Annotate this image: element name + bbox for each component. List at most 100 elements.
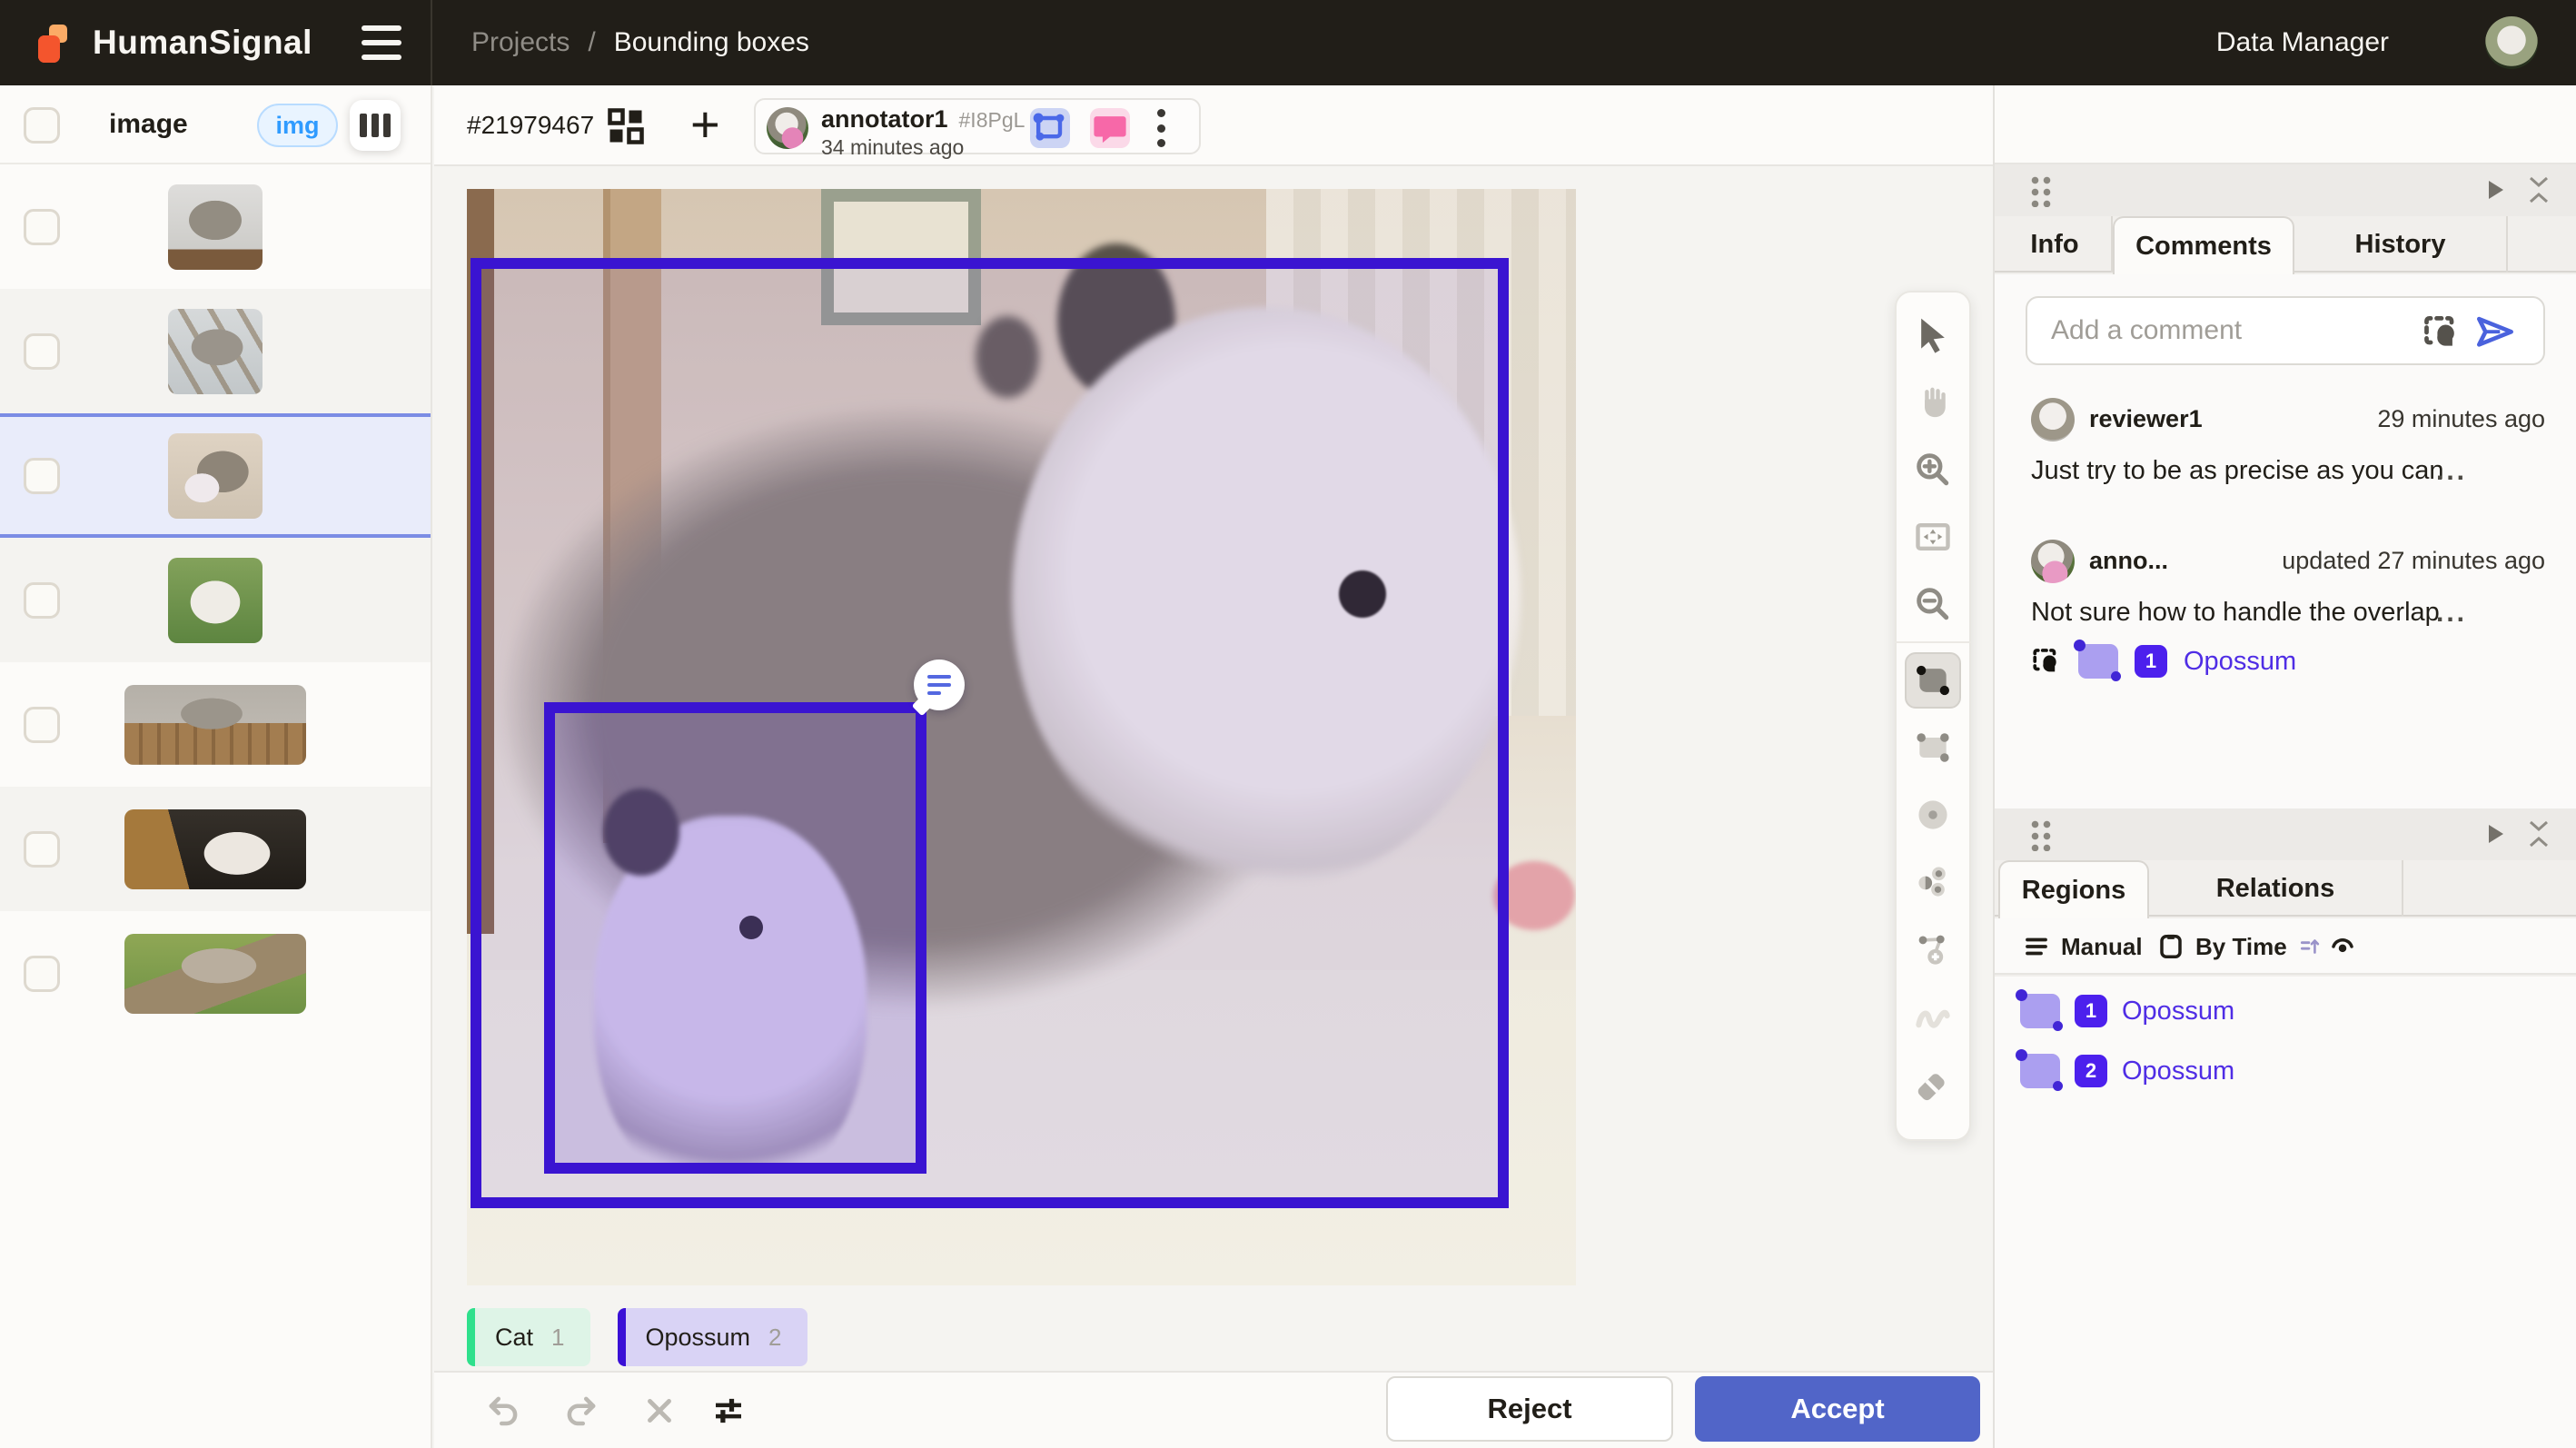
- clear-icon[interactable]: [634, 1385, 685, 1436]
- rectangle-tool-icon[interactable]: [1895, 647, 1971, 714]
- regions-pane-header: [1995, 808, 2576, 860]
- comment-region-link[interactable]: 1 Opossum: [2031, 641, 2296, 681]
- comment-menu-icon[interactable]: ...: [2436, 456, 2467, 487]
- task-thumbnail[interactable]: [124, 685, 306, 765]
- region-row[interactable]: 1 Opossum: [2020, 989, 2234, 1033]
- zoom-out-icon[interactable]: [1895, 570, 1971, 638]
- undo-icon[interactable]: [478, 1385, 529, 1436]
- tab-relations[interactable]: Relations: [2149, 860, 2403, 917]
- accept-button[interactable]: Accept: [1695, 1376, 1980, 1442]
- details-tabs: Info Comments History: [1995, 216, 2576, 273]
- region-row[interactable]: 2 Opossum: [2020, 1049, 2234, 1093]
- topbar: HumanSignal Projects / Bounding boxes Da…: [0, 0, 2576, 85]
- comment-text: Just try to be as precise as you can: [2031, 456, 2444, 486]
- tab-comments[interactable]: Comments: [2113, 216, 2294, 274]
- eraser-tool-icon[interactable]: [1895, 1050, 1971, 1117]
- redo-icon[interactable]: [556, 1385, 607, 1436]
- region-label: Opossum: [2122, 1056, 2234, 1086]
- comment-time: updated 27 minutes ago: [2282, 547, 2545, 575]
- task-row[interactable]: [0, 538, 431, 662]
- task-checkbox[interactable]: [24, 209, 60, 245]
- breadcrumb-current: Bounding boxes: [614, 27, 809, 58]
- expand-play-icon[interactable]: [2489, 181, 2503, 199]
- column-type-badge[interactable]: img: [257, 104, 338, 147]
- add-icon[interactable]: +: [690, 93, 720, 156]
- annotator-info: annotator1#I8PgL 34 minutes ago: [821, 105, 1025, 160]
- fit-screen-icon[interactable]: [1895, 503, 1971, 570]
- bounding-box-region-2[interactable]: [544, 702, 926, 1174]
- task-thumbnail[interactable]: [168, 558, 263, 643]
- task-thumbnail[interactable]: [124, 934, 306, 1014]
- collapse-icon[interactable]: [2527, 175, 2551, 204]
- right-panel: Info Comments History reviewer1 29 minut…: [1993, 85, 2576, 1448]
- order-by-label: By Time: [2195, 933, 2287, 961]
- sort-asc-icon: [2298, 935, 2322, 958]
- region-count-icon[interactable]: [1030, 108, 1070, 148]
- send-icon[interactable]: [2474, 312, 2516, 352]
- grid-view-icon[interactable]: [607, 107, 645, 145]
- pan-tool-icon[interactable]: [1895, 369, 1971, 436]
- task-id: #21979467: [467, 111, 594, 140]
- columns-icon[interactable]: [350, 100, 401, 151]
- task-row[interactable]: [0, 164, 431, 289]
- comment-bubble-icon[interactable]: [914, 660, 965, 710]
- group-by-control[interactable]: Manual: [2023, 918, 2143, 975]
- task-checkbox[interactable]: [24, 333, 60, 370]
- task-thumbnail[interactable]: [168, 309, 263, 394]
- ellipse-tool-icon[interactable]: [1895, 781, 1971, 848]
- comment-count-icon[interactable]: [1090, 108, 1130, 148]
- task-row-selected[interactable]: [0, 413, 431, 538]
- user-avatar[interactable]: [2485, 16, 2538, 69]
- label-chip-cat[interactable]: Cat 1: [467, 1308, 590, 1366]
- task-row[interactable]: [0, 662, 431, 787]
- task-checkbox[interactable]: [24, 458, 60, 494]
- select-all-checkbox[interactable]: [24, 107, 60, 144]
- label-chip-opossum[interactable]: Opossum 2: [618, 1308, 807, 1366]
- task-thumbnail[interactable]: [168, 433, 263, 519]
- tab-history[interactable]: History: [2294, 216, 2508, 273]
- panel-top-strip: [1995, 85, 2576, 164]
- collapse-icon[interactable]: [2527, 819, 2551, 848]
- humansignal-logo-icon: [36, 21, 76, 64]
- drag-handle-icon[interactable]: [2029, 818, 2053, 851]
- visibility-icon[interactable]: [2329, 918, 2356, 975]
- region-label: Opossum: [2184, 647, 2296, 677]
- data-manager-link[interactable]: Data Manager: [2216, 0, 2389, 85]
- cursor-tool-icon[interactable]: [1895, 302, 1971, 369]
- task-checkbox[interactable]: [24, 582, 60, 619]
- task-thumbnail[interactable]: [124, 809, 306, 889]
- region-rect-icon: [2020, 994, 2060, 1028]
- reject-button[interactable]: Reject: [1386, 1376, 1673, 1442]
- task-image[interactable]: [467, 189, 1576, 1285]
- rectangle-3point-tool-icon[interactable]: [1895, 714, 1971, 781]
- keypoints-tool-icon[interactable]: [1895, 848, 1971, 916]
- tool-divider: [1895, 641, 1971, 643]
- task-checkbox[interactable]: [24, 956, 60, 992]
- task-row[interactable]: [0, 289, 431, 413]
- comment-input[interactable]: [2051, 305, 2396, 356]
- region-number-badge: 1: [2075, 995, 2107, 1027]
- task-row[interactable]: [0, 787, 431, 911]
- annotation-card[interactable]: annotator1#I8PgL 34 minutes ago: [754, 98, 1201, 154]
- breadcrumb-projects[interactable]: Projects: [471, 27, 570, 58]
- expand-play-icon[interactable]: [2489, 825, 2503, 843]
- order-by-control[interactable]: By Time: [2157, 918, 2322, 975]
- tab-info[interactable]: Info: [1998, 216, 2113, 273]
- settings-sliders-icon[interactable]: [703, 1385, 754, 1436]
- kebab-menu-icon[interactable]: [1154, 109, 1168, 147]
- polygon-tool-icon[interactable]: [1895, 916, 1971, 983]
- hamburger-menu-icon[interactable]: [362, 25, 403, 60]
- annotator-name: annotator1: [821, 105, 948, 133]
- attach-region-icon[interactable]: [2422, 312, 2462, 352]
- zoom-in-icon[interactable]: [1895, 436, 1971, 503]
- task-row[interactable]: [0, 911, 431, 1036]
- tab-regions[interactable]: Regions: [1998, 860, 2149, 918]
- drag-handle-icon[interactable]: [2029, 174, 2053, 207]
- task-checkbox[interactable]: [24, 831, 60, 868]
- task-checkbox[interactable]: [24, 707, 60, 743]
- task-thumbnail[interactable]: [168, 184, 263, 270]
- task-toolbar: #21979467 + annotator1#I8PgL 34 minutes …: [434, 85, 1993, 166]
- comment-menu-icon[interactable]: ...: [2436, 598, 2467, 629]
- brush-tool-icon[interactable]: [1895, 983, 1971, 1050]
- annotation-id-tag: #I8PgL: [959, 108, 1025, 132]
